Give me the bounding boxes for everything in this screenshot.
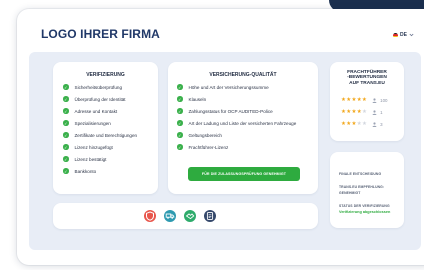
rating-row: ★★★★★ 100: [341, 94, 387, 106]
list-item: ✓ Lizenz hinzugefügt: [63, 141, 137, 153]
language-code: DE: [400, 32, 407, 38]
list-item: ✓ Überprüfung der Identität: [63, 93, 137, 105]
shield-icon: [144, 210, 156, 222]
list-item-label: Adresse und Kontakt: [74, 108, 118, 114]
verification-status-value: Verifizierung abgeschlossen: [339, 210, 391, 214]
document-icon: [204, 210, 216, 222]
chevron-down-icon: [409, 33, 414, 37]
check-icon: ✓: [63, 84, 69, 90]
list-item-label: Lizenz bestätigt: [74, 156, 107, 162]
verification-card: VERIFIZIERUNG ✓ Sicherheitsüberprüfung ✓ Üb…: [53, 62, 158, 194]
check-icon: ✓: [63, 96, 69, 102]
handshake-icon: [184, 210, 196, 222]
list-item: ✓ Frachtführer-Lizenz: [177, 141, 296, 153]
list-item: ✓ Lizenz bestätigt: [63, 153, 137, 165]
ratings-card: FRACHTFÜHRER -BEWERTUNGEN AUF TRANS.EU ★…: [330, 62, 404, 141]
check-icon: ✓: [63, 144, 69, 150]
star-rating-icon: ★★★★★: [341, 121, 368, 127]
list-item-label: Klauseln: [188, 96, 207, 102]
ratings-list: ★★★★★ 100 ★★★★★ 1 ★★★★★ 3: [341, 94, 387, 130]
list-item-label: Lizenz hinzugefügt: [74, 144, 113, 150]
list-item: ✓ Adresse und Kontakt: [63, 105, 137, 117]
screen: LOGO IHRER FIRMA DE VERIFIZIERUNG ✓ Siche…: [0, 0, 424, 270]
list-item-label: Art der Ladung und Liste der versicherte…: [188, 120, 297, 126]
check-icon: ✓: [177, 144, 183, 150]
list-item: ✓ Zahlungsstatus für OCP AUDITED-Police: [177, 105, 296, 117]
verification-title: VERIFIZIERUNG: [86, 72, 125, 78]
list-item-label: Bankkonto: [74, 168, 97, 174]
insurance-list: ✓ Höhe und Art der Versicherungssumme ✓ Kla…: [177, 81, 296, 153]
list-item: ✓ Klauseln: [177, 93, 296, 105]
status-card: FINALE ENTSCHEIDUNG TRANS.EU EMPFEHLUNG:…: [330, 152, 404, 228]
check-icon: ✓: [177, 132, 183, 138]
badge-row: [144, 210, 216, 222]
rating-row: ★★★★★ 3: [341, 118, 387, 130]
check-icon: ✓: [63, 108, 69, 114]
check-icon: ✓: [177, 120, 183, 126]
approval-button[interactable]: FÜR DIE ZULASSUNGSPRÜFUNG GENEHMIGT: [188, 167, 300, 181]
list-item-label: Zertifikate und Berechtigungen: [74, 132, 138, 138]
rating-row: ★★★★★ 1: [341, 106, 387, 118]
check-icon: ✓: [63, 156, 69, 162]
ratings-title-line: AUF TRANS.EU: [349, 80, 385, 86]
transeu-recommendation-label: TRANS.EU EMPFEHLUNG:: [339, 185, 385, 189]
list-item: ✓ Zertifikate und Berechtigungen: [63, 129, 137, 141]
list-item: ✓ Bankkonto: [63, 165, 137, 177]
check-icon: ✓: [63, 120, 69, 126]
company-logo: LOGO IHRER FIRMA: [41, 27, 160, 41]
list-item-label: Spezialisierungen: [74, 120, 111, 126]
insurance-title: VERSICHERUNG-QUALITÄT: [209, 72, 277, 78]
list-item: ✓ Art der Ladung und Liste der versichert…: [177, 117, 296, 129]
ratings-title: FRACHTFÜHRER -BEWERTUNGEN AUF TRANS.EU: [330, 70, 404, 86]
list-item-label: Höhe und Art der Versicherungssumme: [188, 84, 269, 90]
check-icon: ✓: [177, 96, 183, 102]
list-item: ✓ Sicherheitsüberprüfung: [63, 81, 137, 93]
final-decision-label: FINALE ENTSCHEIDUNG: [339, 172, 382, 176]
star-rating-icon: ★★★★★: [341, 109, 368, 115]
check-icon: ✓: [63, 168, 69, 174]
list-item: ✓ Spezialisierungen: [63, 117, 137, 129]
transeu-recommendation-value: GENEHMIGT: [339, 191, 361, 195]
check-icon: ✓: [63, 132, 69, 138]
star-rating-icon: ★★★★★: [341, 97, 368, 103]
rating-count: 1: [380, 109, 383, 115]
truck-icon: [164, 210, 176, 222]
check-icon: ✓: [177, 108, 183, 114]
list-item-label: Zahlungsstatus für OCP AUDITED-Police: [188, 108, 273, 114]
verification-status-label: STATUS DER VERIFIZIERUNG: [339, 204, 390, 208]
german-flag-icon: [393, 32, 398, 38]
rating-count: 100: [380, 97, 388, 103]
list-item-label: Überprüfung der Identität: [74, 96, 126, 102]
user-icon: [372, 97, 377, 103]
list-item-label: Frachtführer-Lizenz: [188, 144, 229, 150]
language-selector[interactable]: DE: [393, 32, 414, 38]
list-item: ✓ Geltungsbereich: [177, 129, 296, 141]
user-icon: [372, 121, 377, 127]
list-item-label: Sicherheitsüberprüfung: [74, 84, 123, 90]
check-icon: ✓: [177, 84, 183, 90]
user-icon: [372, 109, 377, 115]
list-item-label: Geltungsbereich: [188, 132, 222, 138]
verification-list: ✓ Sicherheitsüberprüfung ✓ Überprüfung der …: [63, 81, 137, 177]
rating-count: 3: [380, 121, 383, 127]
list-item: ✓ Höhe und Art der Versicherungssumme: [177, 81, 296, 93]
